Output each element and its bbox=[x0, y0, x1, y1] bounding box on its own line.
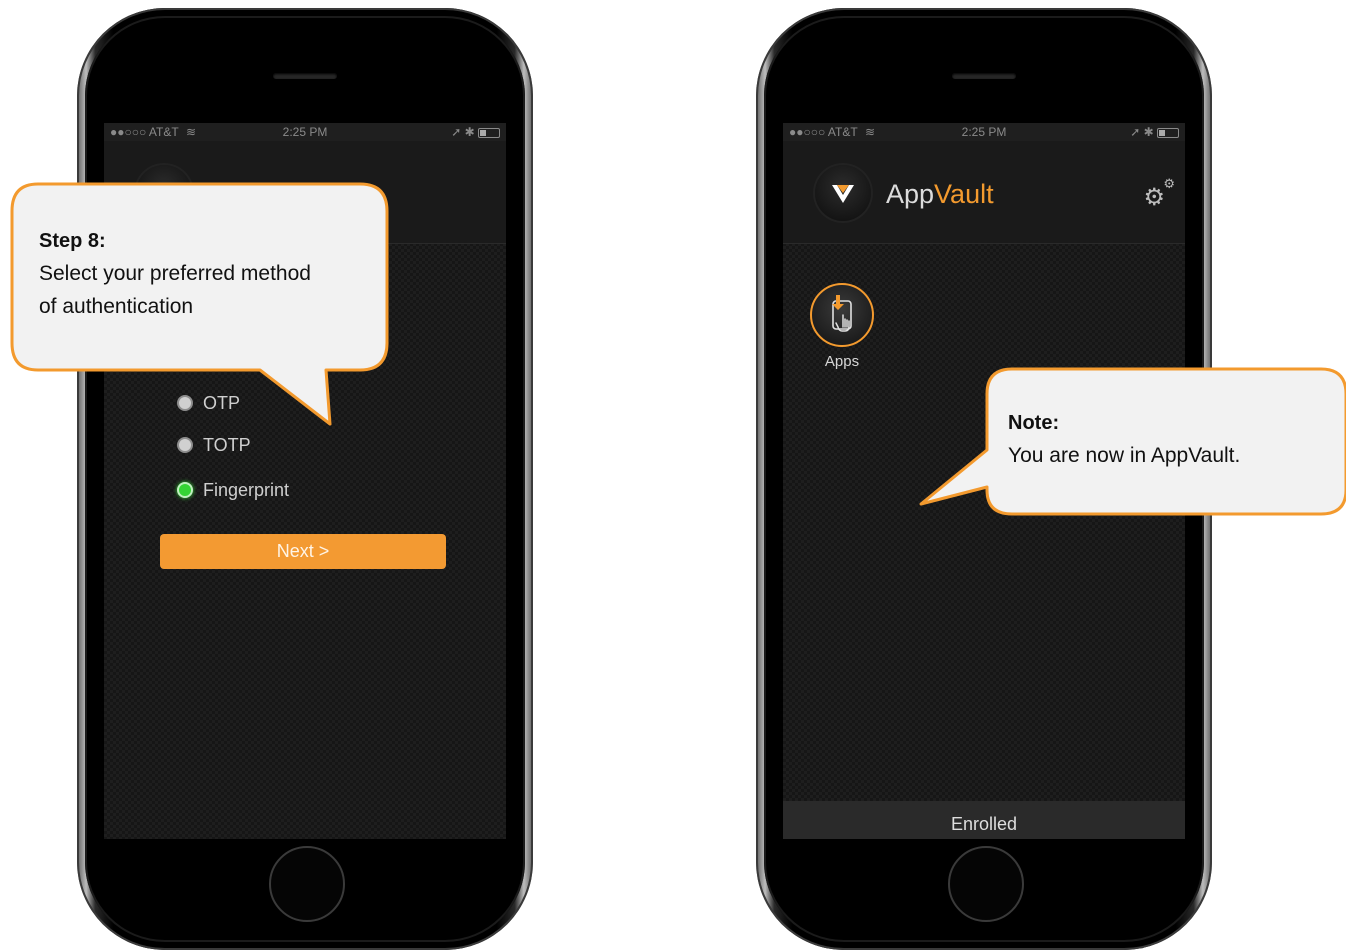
option-otp[interactable]: OTP bbox=[177, 393, 240, 414]
app-header bbox=[104, 141, 506, 244]
earpiece-speaker bbox=[952, 73, 1016, 79]
home-button[interactable] bbox=[269, 846, 345, 922]
radio-otp[interactable] bbox=[177, 395, 193, 412]
step-callout: Step 8: Select your preferred method of … bbox=[39, 230, 311, 323]
radio-fingerprint[interactable] bbox=[177, 482, 193, 499]
location-bluetooth-icon: ➚ ✱ bbox=[1130, 125, 1154, 139]
note-callout-title: Note: bbox=[1008, 412, 1060, 434]
battery-icon bbox=[478, 127, 500, 138]
home-button[interactable] bbox=[948, 846, 1024, 922]
apps-icon[interactable] bbox=[810, 283, 874, 347]
phone-download-icon bbox=[832, 295, 852, 332]
battery-icon bbox=[1157, 127, 1179, 138]
app-title-part1: App bbox=[886, 179, 935, 209]
app-header: AppVault ⚙ ⚙ bbox=[783, 141, 1185, 244]
status-right: ➚ ✱ bbox=[1130, 125, 1179, 139]
option-totp-label: TOTP bbox=[203, 435, 251, 455]
status-footer: Enrolled bbox=[783, 801, 1185, 839]
appvault-logo bbox=[815, 165, 871, 221]
v-logo-icon bbox=[832, 185, 854, 203]
status-right: ➚ ✱ bbox=[451, 125, 500, 139]
location-bluetooth-icon: ➚ ✱ bbox=[451, 125, 475, 139]
earpiece-speaker bbox=[273, 73, 337, 79]
settings-button[interactable]: ⚙ ⚙ bbox=[1143, 177, 1175, 211]
phone-right-screen: ●●○○○ AT&T ≋ 2:25 PM ➚ ✱ AppVault ⚙ ⚙ Ap… bbox=[783, 123, 1185, 839]
note-callout-body: You are now in AppVault. bbox=[1008, 444, 1241, 467]
app-title-part2: Vault bbox=[934, 179, 994, 209]
app-logo bbox=[136, 165, 192, 221]
note-callout: Note: You are now in AppVault. bbox=[1008, 412, 1240, 472]
status-time: 2:25 PM bbox=[282, 125, 328, 139]
phone-right: ●●○○○ AT&T ≋ 2:25 PM ➚ ✱ AppVault ⚙ ⚙ Ap… bbox=[756, 8, 1212, 950]
phone-left: ●●○○○ AT&T ≋ 2:25 PM ➚ ✱ OTP TOTP Finger… bbox=[77, 8, 533, 950]
option-fingerprint[interactable]: Fingerprint bbox=[177, 480, 289, 501]
status-bar: ●●○○○ AT&T ≋ 2:25 PM ➚ ✱ bbox=[783, 123, 1185, 141]
status-time: 2:25 PM bbox=[961, 125, 1007, 139]
step-callout-title: Step 8: bbox=[39, 230, 106, 252]
gear-small-icon: ⚙ bbox=[1163, 177, 1175, 192]
gear-icon: ⚙ bbox=[1143, 183, 1165, 211]
apps-tile[interactable]: Apps bbox=[809, 283, 875, 370]
step-callout-body-line2: of authentication bbox=[39, 295, 194, 318]
step-callout-body-line1: Select your preferred method bbox=[39, 262, 311, 285]
status-bar: ●●○○○ AT&T ≋ 2:25 PM ➚ ✱ bbox=[104, 123, 506, 141]
option-fingerprint-label: Fingerprint bbox=[203, 480, 290, 500]
next-button[interactable]: Next > bbox=[160, 534, 446, 569]
option-totp[interactable]: TOTP bbox=[177, 435, 251, 456]
option-otp-label: OTP bbox=[203, 393, 241, 413]
app-title: AppVault bbox=[886, 179, 994, 210]
apps-label: Apps bbox=[824, 353, 860, 370]
radio-totp[interactable] bbox=[177, 437, 193, 454]
